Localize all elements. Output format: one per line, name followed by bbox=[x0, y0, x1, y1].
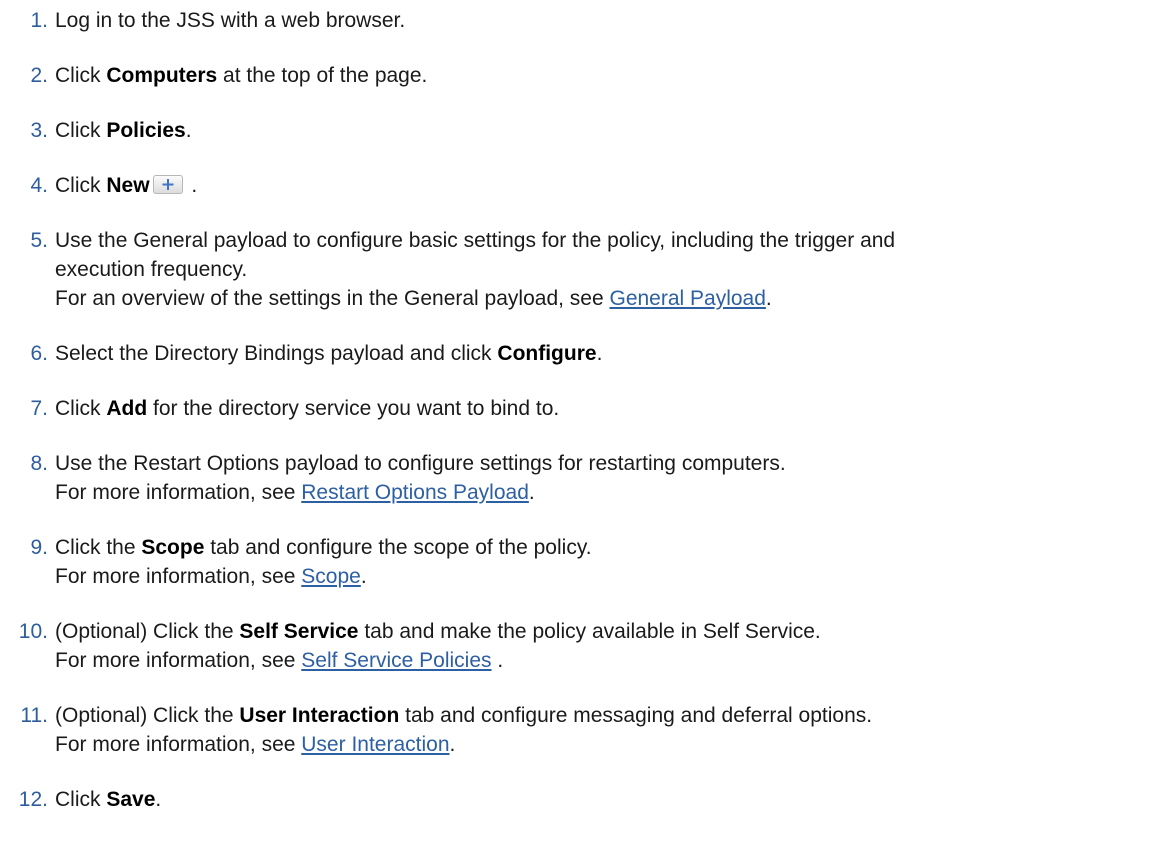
step-11: 11. (Optional) Click the User Interactio… bbox=[12, 701, 1152, 759]
step-1: 1. Log in to the JSS with a web browser. bbox=[12, 6, 1152, 35]
ui-term-self-service: Self Service bbox=[239, 620, 359, 643]
step-note: . bbox=[528, 481, 535, 504]
step-3: 3. Click Policies. bbox=[12, 116, 1152, 145]
step-text: Click the bbox=[55, 536, 142, 559]
step-text: . bbox=[185, 119, 192, 142]
step-5: 5. Use the General payload to configure … bbox=[12, 226, 1152, 313]
ui-term-add: Add bbox=[106, 397, 148, 420]
link-general-payload[interactable]: General Payload bbox=[609, 287, 765, 310]
step-6: 6. Select the Directory Bindings payload… bbox=[12, 339, 1152, 368]
step-number: 9. bbox=[30, 536, 48, 559]
step-text: execution frequency. bbox=[55, 258, 248, 281]
step-8: 8. Use the Restart Options payload to co… bbox=[12, 449, 1152, 507]
step-text: tab and configure messaging and deferral… bbox=[399, 704, 873, 727]
plus-icon bbox=[152, 174, 183, 194]
step-number: 6. bbox=[30, 342, 48, 365]
step-text: Log in to the JSS with a web browser. bbox=[55, 9, 406, 32]
step-number: 2. bbox=[30, 64, 48, 87]
link-self-service-policies[interactable]: Self Service Policies bbox=[301, 649, 491, 672]
step-text: Click bbox=[55, 174, 107, 197]
step-note: . bbox=[765, 287, 772, 310]
step-10: 10. (Optional) Click the Self Service ta… bbox=[12, 617, 1152, 675]
link-scope[interactable]: Scope bbox=[301, 565, 361, 588]
step-text: Use the General payload to configure bas… bbox=[55, 229, 896, 252]
step-note: For more information, see bbox=[55, 649, 302, 672]
step-number: 3. bbox=[30, 119, 48, 142]
step-text: (Optional) Click the bbox=[55, 704, 240, 727]
ui-term-scope: Scope bbox=[141, 536, 205, 559]
step-note: For an overview of the settings in the G… bbox=[55, 287, 610, 310]
step-text: . bbox=[185, 174, 198, 197]
step-note: For more information, see bbox=[55, 481, 302, 504]
step-7: 7. Click Add for the directory service y… bbox=[12, 394, 1152, 423]
step-number: 5. bbox=[30, 229, 48, 252]
ui-term-user-interaction: User Interaction bbox=[239, 704, 400, 727]
step-note: . bbox=[360, 565, 367, 588]
step-text: Click bbox=[55, 397, 107, 420]
ui-term-policies: Policies bbox=[106, 119, 186, 142]
step-number: 8. bbox=[30, 452, 48, 475]
step-text: Click bbox=[55, 64, 107, 87]
step-4: 4. Click New . bbox=[12, 171, 1152, 200]
step-text: (Optional) Click the bbox=[55, 620, 240, 643]
step-number: 11. bbox=[20, 704, 48, 727]
step-text: tab and configure the scope of the polic… bbox=[204, 536, 592, 559]
step-text: at the top of the page. bbox=[217, 64, 428, 87]
step-number: 1. bbox=[30, 9, 48, 32]
step-note: . bbox=[491, 649, 504, 672]
step-text: . bbox=[155, 788, 162, 811]
step-2: 2. Click Computers at the top of the pag… bbox=[12, 61, 1152, 90]
step-note: For more information, see bbox=[55, 733, 302, 756]
link-user-interaction[interactable]: User Interaction bbox=[301, 733, 449, 756]
step-text: Use the Restart Options payload to confi… bbox=[55, 452, 786, 475]
step-text: Select the Directory Bindings payload an… bbox=[55, 342, 498, 365]
ui-term-save: Save bbox=[106, 788, 156, 811]
step-text: for the directory service you want to bi… bbox=[147, 397, 560, 420]
step-note: For more information, see bbox=[55, 565, 302, 588]
step-text: Click bbox=[55, 119, 107, 142]
link-restart-options-payload[interactable]: Restart Options Payload bbox=[301, 481, 529, 504]
ui-term-configure: Configure bbox=[497, 342, 597, 365]
step-note: . bbox=[449, 733, 456, 756]
step-text: . bbox=[596, 342, 603, 365]
step-number: 7. bbox=[30, 397, 48, 420]
step-number: 12. bbox=[18, 788, 48, 811]
step-number: 4. bbox=[30, 174, 48, 197]
step-text: Click bbox=[55, 788, 107, 811]
step-12: 12. Click Save. bbox=[12, 785, 1152, 814]
step-text: tab and make the policy available in Sel… bbox=[358, 620, 821, 643]
step-number: 10. bbox=[18, 620, 48, 643]
ui-term-computers: Computers bbox=[106, 64, 218, 87]
ui-term-new: New bbox=[106, 174, 150, 197]
step-9: 9. Click the Scope tab and configure the… bbox=[12, 533, 1152, 591]
